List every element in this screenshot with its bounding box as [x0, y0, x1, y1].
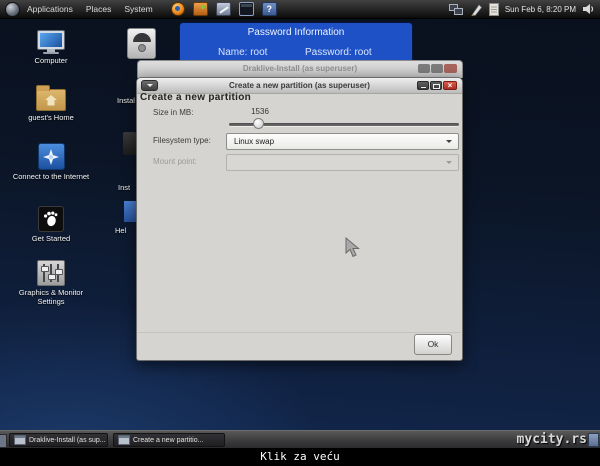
hidden-desktop-icon[interactable] [124, 201, 136, 222]
panel-menus: Applications Places System [27, 0, 153, 18]
window-icon [118, 435, 130, 445]
password-window-title: Password Information [247, 27, 345, 38]
computer-icon [37, 30, 65, 54]
close-button[interactable] [444, 64, 457, 73]
window-menu-button[interactable] [141, 80, 158, 91]
home-folder-icon [36, 85, 66, 111]
hidden-icon-label-fragment: Instal [117, 96, 135, 105]
filesystem-select[interactable]: Linux swap [226, 133, 459, 150]
password-value-text: Password: root [305, 47, 372, 58]
desktop-icon-get-started[interactable]: Get Started [0, 206, 103, 243]
network-icon[interactable] [448, 3, 463, 15]
mount-point-label: Mount point: [153, 157, 198, 166]
volume-icon[interactable] [582, 3, 595, 15]
watermark-text: mycity.rs [516, 432, 587, 447]
background-window-title: Draklive-Install (as superuser) [242, 64, 358, 73]
panel-clock[interactable]: Sun Feb 6, 8:20 PM [505, 5, 576, 14]
chevron-down-icon [446, 161, 452, 167]
task-button-label: Draklive-Install (as sup... [29, 436, 106, 444]
tablet-pen-icon[interactable] [469, 2, 483, 16]
sliders-icon [37, 260, 65, 286]
panel-launchers: ? [170, 2, 277, 16]
maximize-icon [432, 83, 440, 89]
desktop-icon-label: Graphics & Monitor [18, 288, 84, 297]
menu-applications[interactable]: Applications [27, 0, 73, 18]
screenshot-launcher-icon[interactable] [215, 2, 231, 16]
desktop-icon-label: Connect to the Internet [12, 172, 90, 181]
task-button-draklive[interactable]: Draklive-Install (as sup... [9, 433, 108, 447]
desktop-icon-home[interactable]: guest's Home [0, 84, 103, 122]
mount-point-select [226, 154, 459, 171]
ok-button[interactable]: Ok [414, 334, 452, 355]
dialog-separator [138, 332, 461, 333]
maximize-button[interactable] [430, 81, 442, 90]
window-icon [14, 435, 26, 445]
panel-tray: Sun Feb 6, 8:20 PM [448, 2, 595, 16]
hidden-desktop-icon[interactable] [123, 132, 136, 155]
size-label: Size in MB: [153, 108, 194, 117]
chevron-down-icon [146, 84, 153, 90]
create-partition-dialog: Create a new partition (as superuser) × … [136, 77, 463, 361]
maximize-button[interactable] [431, 64, 443, 73]
help-launcher-icon[interactable]: ? [261, 2, 277, 16]
web-browser-launcher-icon[interactable] [170, 2, 185, 16]
terminal-launcher-icon[interactable] [238, 2, 254, 16]
password-name-text: Name: root [218, 47, 268, 58]
password-information-window[interactable]: Password Information Name: root Password… [180, 23, 412, 60]
menu-system[interactable]: System [124, 0, 152, 18]
minimize-button[interactable] [418, 64, 430, 73]
desktop-icon-label: Computer [34, 56, 68, 65]
size-slider-handle[interactable] [253, 118, 264, 129]
minimize-button[interactable] [417, 81, 429, 90]
workspace-pager[interactable] [588, 433, 599, 447]
desktop-icon-computer[interactable]: Computer [0, 30, 103, 65]
filesystem-label: Filesystem type: [153, 136, 211, 145]
desktop-icon-label: guest's Home [28, 113, 74, 122]
gnome-foot-icon [38, 206, 64, 232]
show-desktop-button[interactable] [0, 434, 7, 448]
minimize-icon [420, 87, 426, 88]
desktop-icon-label: Get Started [31, 234, 71, 243]
desktop: Applications Places System ? Sun Feb 6, … [0, 0, 600, 466]
package-manager-launcher-icon[interactable] [192, 2, 208, 16]
desktop-icon-graphics-settings[interactable]: Graphics & Monitor Settings [0, 260, 103, 306]
menu-places[interactable]: Places [86, 0, 112, 18]
image-caption: Klik za veću [0, 448, 600, 466]
top-panel: Applications Places System ? Sun Feb 6, … [0, 0, 600, 19]
mouse-cursor [345, 237, 360, 258]
filesystem-selected-value: Linux swap [234, 137, 275, 146]
task-button-label: Create a new partitio... [133, 436, 204, 444]
close-button[interactable]: × [443, 81, 457, 90]
installer-scale-icon[interactable] [127, 28, 156, 59]
hidden-icon-label-fragment: Hel [115, 226, 127, 235]
main-menu-icon[interactable] [5, 1, 20, 17]
desktop-icon-label-line2: Settings [37, 297, 65, 306]
internet-icon [37, 143, 65, 170]
desktop-icon-connect-internet[interactable]: Connect to the Internet [0, 143, 103, 181]
size-value: 1536 [251, 107, 269, 116]
task-button-create-partition[interactable]: Create a new partitio... [113, 433, 225, 447]
dialog-header: Create a new partition [140, 92, 252, 103]
chevron-down-icon [446, 140, 452, 146]
taskbar: Draklive-Install (as sup... Create a new… [0, 430, 600, 448]
background-window-titlebar[interactable]: Draklive-Install (as superuser) [137, 60, 463, 78]
dialog-title: Create a new partition (as superuser) [229, 81, 370, 90]
notes-icon[interactable] [488, 2, 499, 16]
hidden-icon-label-fragment: Inst [118, 183, 131, 192]
